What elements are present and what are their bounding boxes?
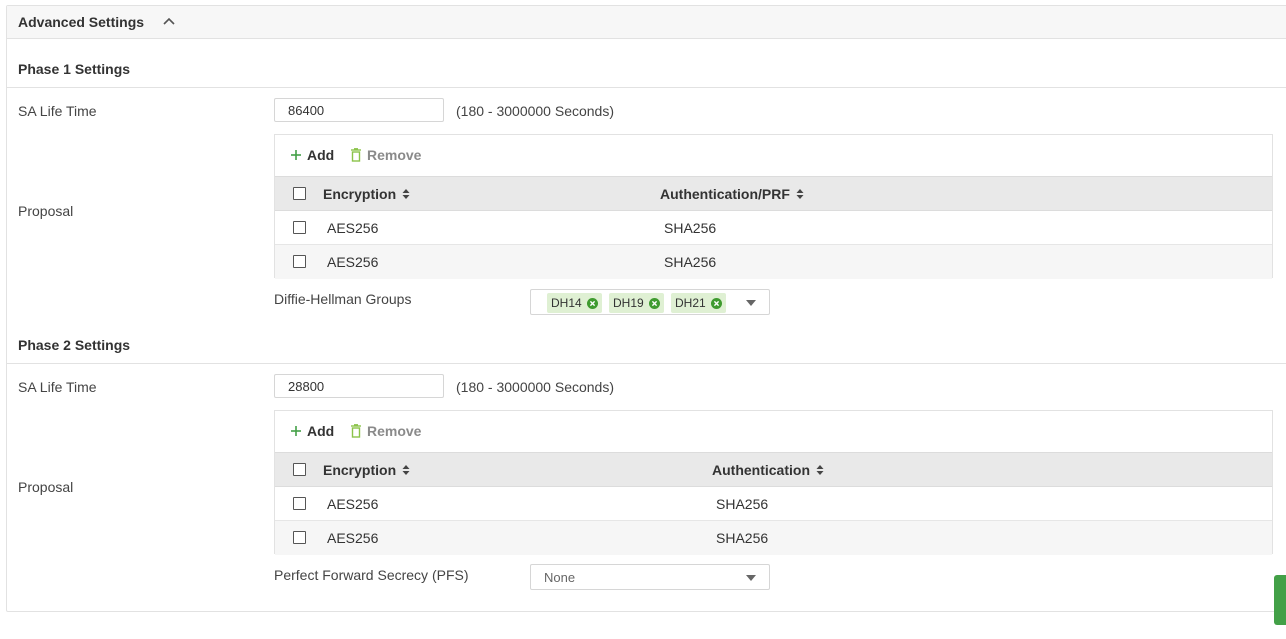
panel-title: Advanced Settings — [18, 14, 145, 30]
row-checkbox[interactable] — [293, 497, 306, 510]
caret-down-icon — [746, 300, 756, 306]
phase1-proposal-label: Proposal — [18, 203, 74, 219]
phase2-select-all-checkbox[interactable] — [293, 463, 306, 476]
phase1-sa-life-time-label: SA Life Time — [18, 103, 97, 119]
phase2-add-label: Add — [307, 423, 335, 439]
row-checkbox[interactable] — [293, 531, 306, 544]
dh-group-chip-label: DH21 — [675, 296, 706, 310]
table-row[interactable]: AES256 SHA256 — [275, 487, 1272, 521]
phase1-divider — [7, 87, 1286, 88]
phase1-add-label: Add — [307, 147, 335, 163]
dh-groups-select[interactable]: DH14 DH19 DH21 — [530, 289, 770, 315]
phase2-proposal-label: Proposal — [18, 479, 74, 495]
row-auth: SHA256 — [664, 254, 717, 270]
row-checkbox[interactable] — [293, 255, 306, 268]
trash-icon — [351, 424, 361, 438]
advanced-settings-header[interactable]: Advanced Settings — [7, 6, 1286, 39]
phase2-sa-life-time-label: SA Life Time — [18, 379, 97, 395]
phase1-sa-life-time-hint: (180 - 3000000 Seconds) — [456, 103, 614, 119]
plus-icon — [291, 426, 301, 436]
phase2-remove-button[interactable]: Remove — [350, 423, 421, 439]
phase1-remove-button[interactable]: Remove — [350, 147, 421, 163]
table-row[interactable]: AES256 SHA256 — [275, 521, 1272, 555]
remove-chip-icon[interactable] — [648, 297, 660, 309]
chevron-up-icon[interactable] — [163, 16, 175, 26]
phase2-divider — [7, 363, 1286, 364]
row-auth: SHA256 — [716, 496, 769, 512]
dh-group-chip: DH19 — [609, 293, 664, 313]
phase1-remove-label: Remove — [367, 147, 422, 163]
phase1-proposal-table: Add Remove Encryption Authentication/PRF — [274, 134, 1273, 279]
sort-icon — [796, 189, 804, 199]
dh-group-chip: DH14 — [547, 293, 602, 313]
advanced-settings-panel: Advanced Settings Phase 1 Settings SA Li… — [6, 5, 1286, 612]
phase2-col-encryption[interactable]: Encryption — [323, 462, 410, 478]
phase1-col-auth[interactable]: Authentication/PRF — [660, 186, 804, 202]
phase1-select-all-checkbox[interactable] — [293, 187, 306, 200]
pfs-select[interactable]: None — [530, 564, 770, 590]
row-encryption: AES256 — [327, 496, 379, 512]
phase1-add-button[interactable]: Add — [290, 147, 334, 163]
phase1-col-encryption[interactable]: Encryption — [323, 186, 410, 202]
row-encryption: AES256 — [327, 254, 379, 270]
row-checkbox[interactable] — [293, 221, 306, 234]
phase1-col-encryption-label: Encryption — [323, 186, 397, 202]
phase2-title: Phase 2 Settings — [18, 337, 131, 353]
side-feedback-tab[interactable] — [1274, 575, 1286, 625]
phase2-col-encryption-label: Encryption — [323, 462, 397, 478]
pfs-label: Perfect Forward Secrecy (PFS) — [274, 567, 469, 583]
dh-group-chip: DH21 — [671, 293, 726, 313]
dh-group-chip-label: DH14 — [551, 296, 582, 310]
phase2-add-button[interactable]: Add — [290, 423, 334, 439]
remove-chip-icon[interactable] — [710, 297, 722, 309]
phase2-table-header: Encryption Authentication — [275, 452, 1272, 487]
row-auth: SHA256 — [664, 220, 717, 236]
phase2-remove-label: Remove — [367, 423, 422, 439]
dh-group-chip-label: DH19 — [613, 296, 644, 310]
table-row[interactable]: AES256 SHA256 — [275, 245, 1272, 279]
sort-icon — [402, 465, 410, 475]
caret-down-icon — [746, 575, 756, 581]
row-auth: SHA256 — [716, 530, 769, 546]
remove-chip-icon[interactable] — [586, 297, 598, 309]
phase1-table-header: Encryption Authentication/PRF — [275, 176, 1272, 211]
trash-icon — [351, 148, 361, 162]
dh-groups-label: Diffie-Hellman Groups — [274, 291, 412, 307]
phase1-sa-life-time-input[interactable] — [274, 98, 444, 122]
phase2-col-auth[interactable]: Authentication — [712, 462, 824, 478]
phase1-col-auth-label: Authentication/PRF — [660, 186, 790, 202]
row-encryption: AES256 — [327, 220, 379, 236]
row-encryption: AES256 — [327, 530, 379, 546]
phase2-sa-life-time-hint: (180 - 3000000 Seconds) — [456, 379, 614, 395]
plus-icon — [291, 150, 301, 160]
phase2-col-auth-label: Authentication — [712, 462, 810, 478]
phase1-title: Phase 1 Settings — [18, 61, 131, 77]
phase2-sa-life-time-input[interactable] — [274, 374, 444, 398]
phase2-proposal-table: Add Remove Encryption Authentication AES… — [274, 410, 1273, 555]
pfs-selected-value: None — [544, 570, 576, 585]
table-row[interactable]: AES256 SHA256 — [275, 211, 1272, 245]
sort-icon — [402, 189, 410, 199]
sort-icon — [816, 465, 824, 475]
